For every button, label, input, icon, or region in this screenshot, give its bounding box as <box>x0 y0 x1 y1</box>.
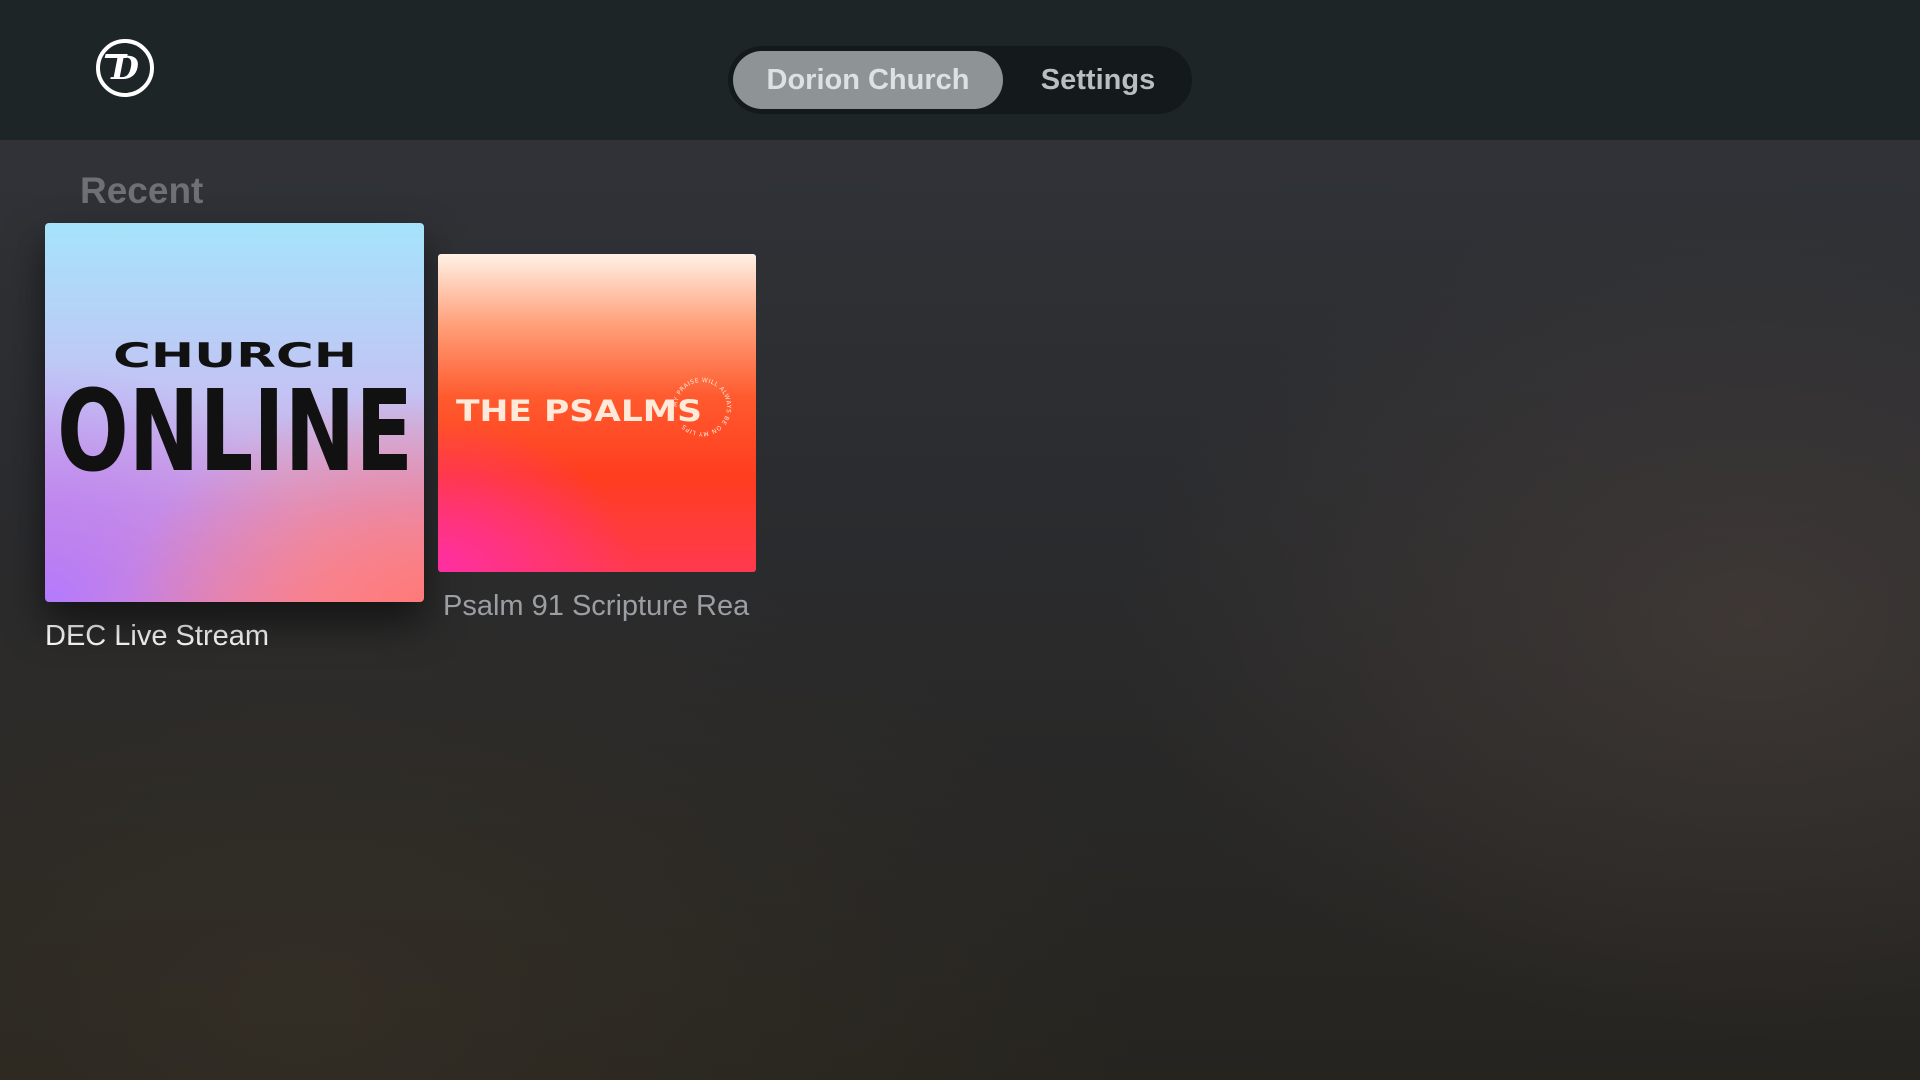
tab-dorion-church[interactable]: Dorion Church <box>733 51 1003 109</box>
media-card-title: Psalm 91 Scripture Rea <box>443 590 750 622</box>
church-online-artwork: CHURCH ONLINE <box>45 223 424 602</box>
artwork-online-text: ONLINE <box>57 367 413 497</box>
tab-bar: Dorion Church Settings <box>728 46 1192 114</box>
top-navigation-bar: D Dorion Church Settings <box>0 0 1920 140</box>
dorion-logo-icon: D <box>95 38 155 98</box>
media-card-dec-live-stream[interactable]: CHURCH ONLINE DEC Live Stream <box>45 223 424 653</box>
media-card-psalm-91[interactable]: THE PSALMS MY PRAISE WILL ALWAYS BE ON M… <box>438 254 756 623</box>
tab-settings[interactable]: Settings <box>1013 51 1183 109</box>
the-psalms-artwork: THE PSALMS MY PRAISE WILL ALWAYS BE ON M… <box>438 254 756 572</box>
section-title-recent: Recent <box>80 170 204 211</box>
artwork-psalms-title: THE PSALMS <box>456 394 702 428</box>
media-card-title: DEC Live Stream <box>45 620 270 652</box>
